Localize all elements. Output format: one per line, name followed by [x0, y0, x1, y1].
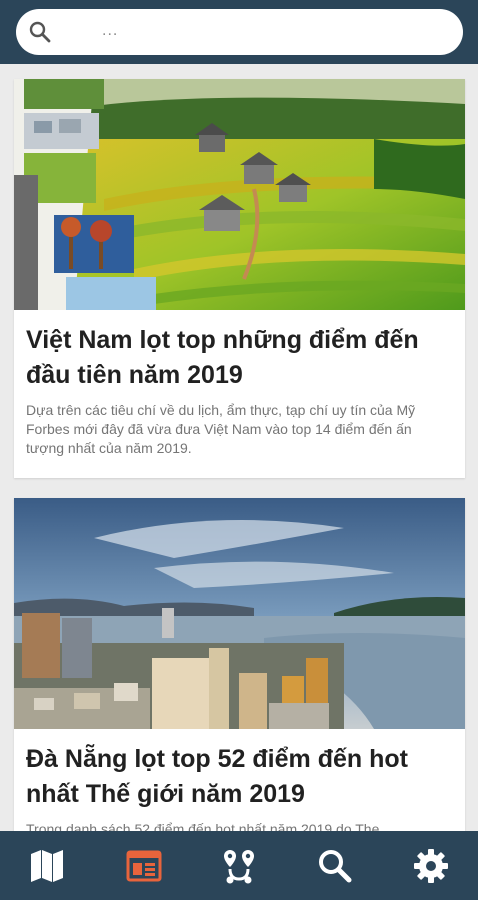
- search-placeholder: ...: [102, 22, 119, 39]
- article-description: Trong danh sách 52 điểm đến hot nhất năm…: [26, 821, 380, 831]
- article-feed[interactable]: Việt Nam lọt top những điểm đến đầu tiên…: [0, 64, 478, 831]
- nav-settings[interactable]: [411, 846, 451, 886]
- article-card[interactable]: Đà Nẵng lọt top 52 điểm đến hot nhất Thế…: [14, 498, 465, 831]
- nav-route[interactable]: [219, 846, 259, 886]
- search-icon: [29, 21, 51, 43]
- route-icon: [224, 850, 254, 884]
- nav-news[interactable]: [124, 846, 164, 886]
- bottom-navigation: [0, 831, 478, 900]
- search-bar[interactable]: ...: [16, 9, 463, 55]
- article-card[interactable]: Việt Nam lọt top những điểm đến đầu tiên…: [14, 79, 465, 478]
- news-icon: [126, 850, 162, 882]
- article-thumbnail: [14, 79, 465, 310]
- article-title[interactable]: Đà Nẵng lọt top 52 điểm đến hot nhất Thế…: [14, 729, 465, 812]
- map-icon: [31, 850, 63, 882]
- article-description: Dựa trên các tiêu chí về du lịch, ẩm thự…: [26, 402, 416, 456]
- nav-search[interactable]: [315, 846, 355, 886]
- top-bar: ...: [0, 0, 478, 64]
- article-thumbnail: [14, 498, 465, 729]
- article-title[interactable]: Việt Nam lọt top những điểm đến đầu tiên…: [14, 310, 465, 393]
- search-icon: [319, 850, 352, 883]
- gear-icon: [414, 849, 448, 883]
- nav-map[interactable]: [27, 846, 67, 886]
